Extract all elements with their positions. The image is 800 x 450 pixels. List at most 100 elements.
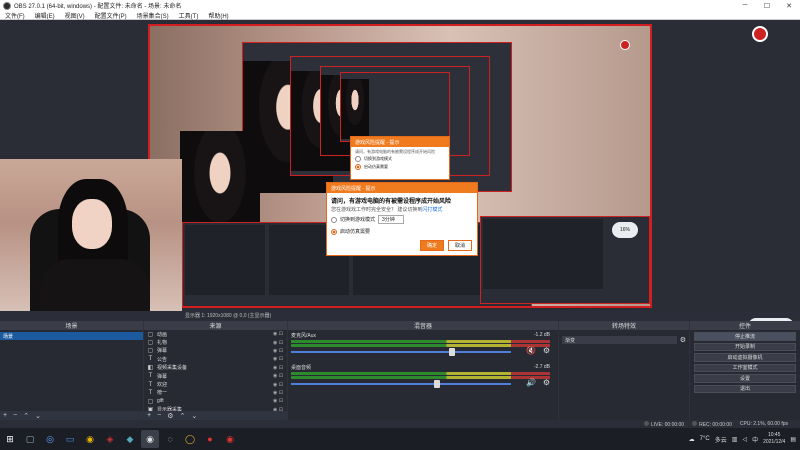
risk-dialog-link[interactable]: 闪打模式 (422, 207, 442, 213)
steam-icon[interactable]: ◎ (41, 430, 59, 448)
mute-speaker-icon[interactable]: 🔇 (526, 346, 536, 355)
netease-music-icon[interactable]: ● (201, 430, 219, 448)
obs-taskbar-icon[interactable]: ◉ (141, 430, 159, 448)
start-virtual-camera-button[interactable]: 启动虚拟摄像机 (694, 353, 796, 362)
radio-game-mode[interactable] (331, 216, 337, 223)
add-transition-icon[interactable]: ⚙ (680, 336, 686, 344)
volume-icon[interactable]: ◁ (742, 436, 747, 443)
source-type-icon: ▢ (147, 340, 154, 347)
visibility-eye-icon[interactable]: ◉ ⊡ (273, 390, 283, 396)
exit-button[interactable]: 退出 (694, 384, 796, 393)
speaker-icon[interactable]: 🔊 (526, 378, 536, 387)
source-item[interactable]: ▢ 礼物 ◉ ⊡ (144, 338, 287, 347)
volume-slider-handle[interactable] (449, 348, 456, 356)
visibility-eye-icon[interactable]: ◉ ⊡ (273, 398, 283, 404)
visibility-eye-icon[interactable]: ◉ ⊡ (273, 348, 283, 354)
sources-dock-toolbar: + − ⚙ ⌃ ⌄ (144, 411, 287, 420)
track-settings-gear-icon[interactable]: ⚙ (543, 346, 550, 355)
maximize-button[interactable]: ☐ (756, 0, 778, 11)
app-icon[interactable]: ◌ (161, 430, 179, 448)
scenes-dock: 场景 场景 + − ⌃ ⌄ (0, 321, 143, 420)
remove-source-icon[interactable]: − (157, 412, 161, 419)
visibility-eye-icon[interactable]: ◉ ⊡ (273, 356, 283, 362)
bird-app-icon[interactable]: ◆ (121, 430, 139, 448)
mixer-track-desktop: 桌面音频 -2.7 dB 🔊 ⚙ (288, 364, 558, 394)
source-item[interactable]: T 弹幕 ◉ ⊡ (144, 372, 287, 380)
scene-item[interactable]: 场景 (0, 332, 143, 340)
track-settings-gear-icon[interactable]: ⚙ (543, 378, 550, 387)
cpu-status: CPU: 2.1%, 60.00 fps (739, 421, 788, 427)
dialog-ok-button[interactable]: 确定 (419, 240, 444, 251)
clock[interactable]: 10:45 2021/12/4 (763, 432, 785, 446)
source-item[interactable]: ◧ 视频采集设备 ◉ ⊡ (144, 364, 287, 372)
add-scene-icon[interactable]: + (3, 412, 7, 419)
source-item[interactable]: ▢ gift ◉ ⊡ (144, 397, 287, 405)
search-icon[interactable]: ▢ (21, 430, 39, 448)
move-up-icon[interactable]: ⌃ (23, 412, 29, 420)
nested-dialog-option-2: 启动仿真需要 (351, 163, 449, 171)
sources-dock: 来源 ▢ 动画 ◉ ⊡ ▢ 礼物 ◉ ⊡ ▢ 弹幕 ◉ ⊡ T 公告 ◉ ⊡ ◧ 视频采集设备 ◉ … (144, 321, 287, 420)
source-item[interactable]: T 欢迎 ◉ ⊡ (144, 380, 287, 389)
webcam-overlay (0, 159, 182, 319)
source-item[interactable]: ▢ 弹幕 ◉ ⊡ (144, 347, 287, 355)
source-item[interactable]: T 公告 ◉ ⊡ (144, 355, 287, 363)
mixer-dock-title: 混音器 (288, 321, 558, 330)
weather-cloud-icon: ☁ (688, 436, 695, 443)
volume-slider[interactable] (291, 383, 511, 385)
volume-slider[interactable] (291, 351, 511, 353)
move-up-icon[interactable]: ⌃ (179, 412, 185, 420)
risk-dialog-option-emulation[interactable]: 启动仿真需要 (327, 226, 477, 237)
source-type-icon: T (148, 381, 153, 388)
record-overlay-icon (620, 40, 630, 50)
risk-dialog-question: 请问，有游戏电脑的有被需设程序成开始风险 (331, 199, 452, 205)
visibility-eye-icon[interactable]: ◉ ⊡ (273, 373, 283, 379)
risk-dialog-option-game-mode[interactable]: 切换到游戏模式 3分钟 (327, 213, 477, 226)
menu-view[interactable]: 视图(V) (60, 11, 90, 20)
risk-dialog[interactable]: 游戏风险提醒 - 提示 请问，有游戏电脑的有被需设程序成开始风险 您在游戏戏工作… (326, 182, 478, 256)
source-item[interactable]: ▢ 动画 ◉ ⊡ (144, 330, 287, 338)
visibility-eye-icon[interactable]: ◉ ⊡ (273, 340, 283, 346)
file-explorer-icon[interactable]: ▭ (61, 430, 79, 448)
preview-area[interactable]: 游戏风险提醒 - 提示 请问，有游戏电脑的有被需设程序成开始风险 切换到游戏模式… (0, 20, 800, 320)
app-icon[interactable]: ◈ (101, 430, 119, 448)
visibility-eye-icon[interactable]: ◉ ⊡ (273, 331, 283, 337)
stop-streaming-button[interactable]: 停止推流 (694, 332, 796, 341)
source-item[interactable]: T 榜一 ◉ ⊡ (144, 389, 287, 397)
windows-start-icon[interactable]: ⊞ (0, 434, 20, 445)
move-down-icon[interactable]: ⌄ (191, 412, 197, 420)
add-source-icon[interactable]: + (147, 412, 151, 419)
remove-scene-icon[interactable]: − (13, 412, 17, 419)
studio-mode-button[interactable]: 工作室模式 (694, 363, 796, 372)
volume-slider-handle[interactable] (434, 380, 440, 388)
sources-dock-title: 来源 (144, 321, 287, 330)
menu-scene-collection[interactable]: 场景集合(S) (132, 11, 174, 20)
menu-help[interactable]: 帮助(H) (203, 11, 233, 20)
radio-emulation[interactable] (331, 228, 337, 235)
close-button[interactable]: ✕ (778, 0, 800, 11)
start-recording-button[interactable]: 开始录制 (694, 342, 796, 351)
notification-icon[interactable]: ▤ (790, 436, 796, 443)
program-canvas[interactable]: 游戏风险提醒 - 提示 请问，有游戏电脑的有被需设程序成开始风险 切换到游戏模式… (148, 24, 652, 308)
chrome-icon[interactable]: ◉ (81, 430, 99, 448)
dialog-cancel-button[interactable]: 取消 (447, 240, 472, 251)
menu-tools[interactable]: 工具(T) (174, 11, 204, 20)
menu-file[interactable]: 文件(F) (0, 11, 30, 20)
game-mode-duration-select[interactable]: 3分钟 (378, 215, 404, 224)
source-settings-gear-icon[interactable]: ⚙ (167, 412, 173, 420)
move-down-icon[interactable]: ⌄ (35, 412, 41, 420)
app-icon[interactable]: ◉ (221, 430, 239, 448)
scene-transitions-dock: 转场特效 渐变 ⚙ (559, 321, 689, 420)
source-type-icon: ▢ (147, 398, 154, 405)
app-icon[interactable]: ◯ (181, 430, 199, 448)
minimize-button[interactable]: ─ (734, 0, 756, 11)
transition-select[interactable]: 渐变 (562, 336, 677, 344)
floating-record-icon[interactable] (752, 26, 768, 42)
visibility-eye-icon[interactable]: ◉ ⊡ (273, 382, 283, 388)
visibility-eye-icon[interactable]: ◉ ⊡ (273, 365, 283, 371)
source-type-icon: T (148, 389, 153, 396)
menu-profile[interactable]: 配置文件(P) (90, 11, 132, 20)
settings-button[interactable]: 设置 (694, 374, 796, 383)
network-icon[interactable]: ▥ (732, 436, 738, 443)
menu-edit[interactable]: 编辑(E) (30, 11, 60, 20)
ime-indicator[interactable]: 中 (752, 435, 758, 444)
